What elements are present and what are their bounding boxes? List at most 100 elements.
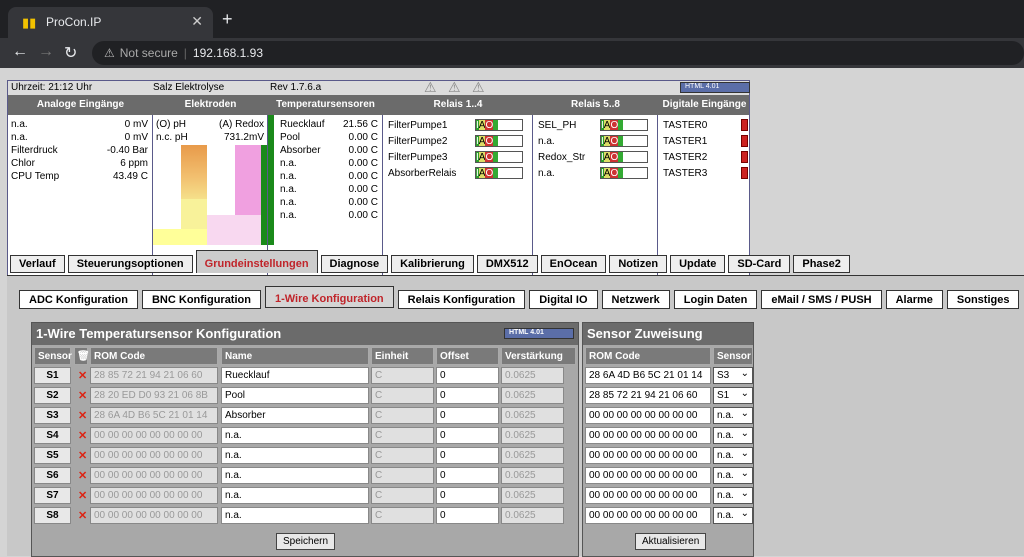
sub-tab[interactable]: 1-Wire Konfiguration (264, 286, 394, 308)
sensor-name-input[interactable]: n.a. (221, 507, 369, 524)
new-tab-icon[interactable]: + (222, 9, 233, 30)
refresh-button[interactable]: Aktualisieren (635, 533, 707, 550)
offset-input[interactable]: 0 (436, 427, 499, 444)
assign-rom-field[interactable]: 00 00 00 00 00 00 00 00 (585, 407, 711, 424)
relay-mode-o[interactable]: O (485, 136, 494, 147)
sensor-select[interactable]: n.a. ⌄ (713, 407, 753, 424)
rom-code-field[interactable]: 00 00 00 00 00 00 00 00 (90, 507, 218, 524)
sub-tab[interactable]: BNC Konfiguration (141, 290, 261, 309)
main-tab[interactable]: Kalibrierung (391, 255, 474, 273)
relay-mode-a[interactable]: A (603, 152, 611, 163)
gain-field[interactable]: 0.0625 (501, 447, 564, 464)
main-tab[interactable]: Diagnose (320, 255, 389, 273)
relay-mode-a[interactable]: A (478, 168, 486, 179)
sub-tab[interactable]: ADC Konfiguration (19, 290, 138, 309)
assign-rom-field[interactable]: 00 00 00 00 00 00 00 00 (585, 467, 711, 484)
relay-mode-o[interactable]: O (610, 136, 619, 147)
sensor-select[interactable]: S3 ⌄ (713, 367, 753, 384)
offset-input[interactable]: 0 (436, 487, 499, 504)
browser-tab[interactable]: ▮▮ ProCon.IP ✕ (8, 7, 213, 38)
relay-mode-switch[interactable]: IAO (475, 119, 523, 131)
sensor-name-input[interactable]: Absorber (221, 407, 369, 424)
sensor-name-input[interactable]: n.a. (221, 467, 369, 484)
rom-code-field[interactable]: 28 6A 4D B6 5C 21 01 14 (90, 407, 218, 424)
main-tab[interactable]: EnOcean (540, 255, 607, 273)
relay-mode-switch[interactable]: IAO (475, 135, 523, 147)
sensor-name-input[interactable]: n.a. (221, 427, 369, 444)
offset-input[interactable]: 0 (436, 447, 499, 464)
gain-field[interactable]: 0.0625 (501, 367, 564, 384)
relay-mode-o[interactable]: O (485, 168, 494, 179)
gain-field[interactable]: 0.0625 (501, 407, 564, 424)
close-tab-icon[interactable]: ✕ (191, 13, 203, 30)
main-tab[interactable]: Verlauf (10, 255, 65, 273)
relay-mode-switch[interactable]: IAO (600, 119, 648, 131)
rom-code-field[interactable]: 00 00 00 00 00 00 00 00 (90, 487, 218, 504)
unit-field[interactable]: C (371, 367, 434, 384)
offset-input[interactable]: 0 (436, 387, 499, 404)
relay-mode-o[interactable]: O (610, 152, 619, 163)
relay-mode-o[interactable]: O (610, 120, 619, 131)
offset-input[interactable]: 0 (436, 507, 499, 524)
relay-mode-a[interactable]: A (478, 136, 486, 147)
sensor-select[interactable]: n.a. ⌄ (713, 427, 753, 444)
relay-mode-a[interactable]: A (603, 136, 611, 147)
relay-mode-o[interactable]: O (485, 120, 494, 131)
unit-field[interactable]: C (371, 467, 434, 484)
gain-field[interactable]: 0.0625 (501, 387, 564, 404)
unit-field[interactable]: C (371, 447, 434, 464)
sensor-select[interactable]: n.a. ⌄ (713, 467, 753, 484)
sensor-name-input[interactable]: n.a. (221, 487, 369, 504)
delete-icon[interactable]: ✕ (78, 449, 87, 462)
relay-mode-a[interactable]: A (478, 120, 486, 131)
gain-field[interactable]: 0.0625 (501, 467, 564, 484)
relay-mode-switch[interactable]: IAO (600, 167, 648, 179)
delete-icon[interactable]: ✕ (78, 469, 87, 482)
unit-field[interactable]: C (371, 487, 434, 504)
offset-input[interactable]: 0 (436, 367, 499, 384)
assign-rom-field[interactable]: 00 00 00 00 00 00 00 00 (585, 507, 711, 524)
rom-code-field[interactable]: 00 00 00 00 00 00 00 00 (90, 447, 218, 464)
assign-rom-field[interactable]: 28 6A 4D B6 5C 21 01 14 (585, 367, 711, 384)
relay-mode-a[interactable]: A (603, 120, 611, 131)
offset-input[interactable]: 0 (436, 407, 499, 424)
delete-icon[interactable]: ✕ (78, 509, 87, 522)
rom-code-field[interactable]: 00 00 00 00 00 00 00 00 (90, 427, 218, 444)
rom-code-field[interactable]: 28 20 ED D0 93 21 06 8B (90, 387, 218, 404)
offset-input[interactable]: 0 (436, 467, 499, 484)
main-tab[interactable]: Steuerungsoptionen (67, 255, 193, 273)
relay-mode-switch[interactable]: IAO (600, 135, 648, 147)
sub-tab[interactable]: eMail / SMS / PUSH (761, 290, 882, 309)
save-button[interactable]: Speichern (276, 533, 336, 550)
relay-mode-o[interactable]: O (485, 152, 494, 163)
sensor-select[interactable]: S1 ⌄ (713, 387, 753, 404)
unit-field[interactable]: C (371, 507, 434, 524)
address-bar[interactable]: ⚠ Not secure | 192.168.1.93 (92, 41, 1024, 65)
relay-mode-switch[interactable]: IAO (475, 151, 523, 163)
sensor-select[interactable]: n.a. ⌄ (713, 507, 753, 524)
main-tab[interactable]: Phase2 (793, 255, 850, 273)
main-tab[interactable]: Notizen (609, 255, 668, 273)
sub-tab[interactable]: Sonstiges (946, 290, 1020, 309)
relay-mode-a[interactable]: A (478, 152, 486, 163)
relay-mode-a[interactable]: A (603, 168, 611, 179)
unit-field[interactable]: C (371, 427, 434, 444)
main-tab[interactable]: Update (670, 255, 726, 273)
forward-icon[interactable]: → (38, 43, 54, 61)
delete-icon[interactable]: ✕ (78, 389, 87, 402)
sensor-select[interactable]: n.a. ⌄ (713, 487, 753, 504)
assign-rom-field[interactable]: 00 00 00 00 00 00 00 00 (585, 427, 711, 444)
gain-field[interactable]: 0.0625 (501, 507, 564, 524)
relay-mode-o[interactable]: O (610, 168, 619, 179)
relay-mode-switch[interactable]: IAO (475, 167, 523, 179)
relay-mode-switch[interactable]: IAO (600, 151, 648, 163)
rom-code-field[interactable]: 00 00 00 00 00 00 00 00 (90, 467, 218, 484)
delete-icon[interactable]: ✕ (78, 489, 87, 502)
delete-icon[interactable]: ✕ (78, 409, 87, 422)
main-tab[interactable]: Grundeinstellungen (195, 250, 318, 273)
unit-field[interactable]: C (371, 407, 434, 424)
gain-field[interactable]: 0.0625 (501, 487, 564, 504)
main-tab[interactable]: SD-Card (728, 255, 791, 273)
delete-icon[interactable]: ✕ (78, 369, 87, 382)
sub-tab[interactable]: Login Daten (673, 290, 758, 309)
